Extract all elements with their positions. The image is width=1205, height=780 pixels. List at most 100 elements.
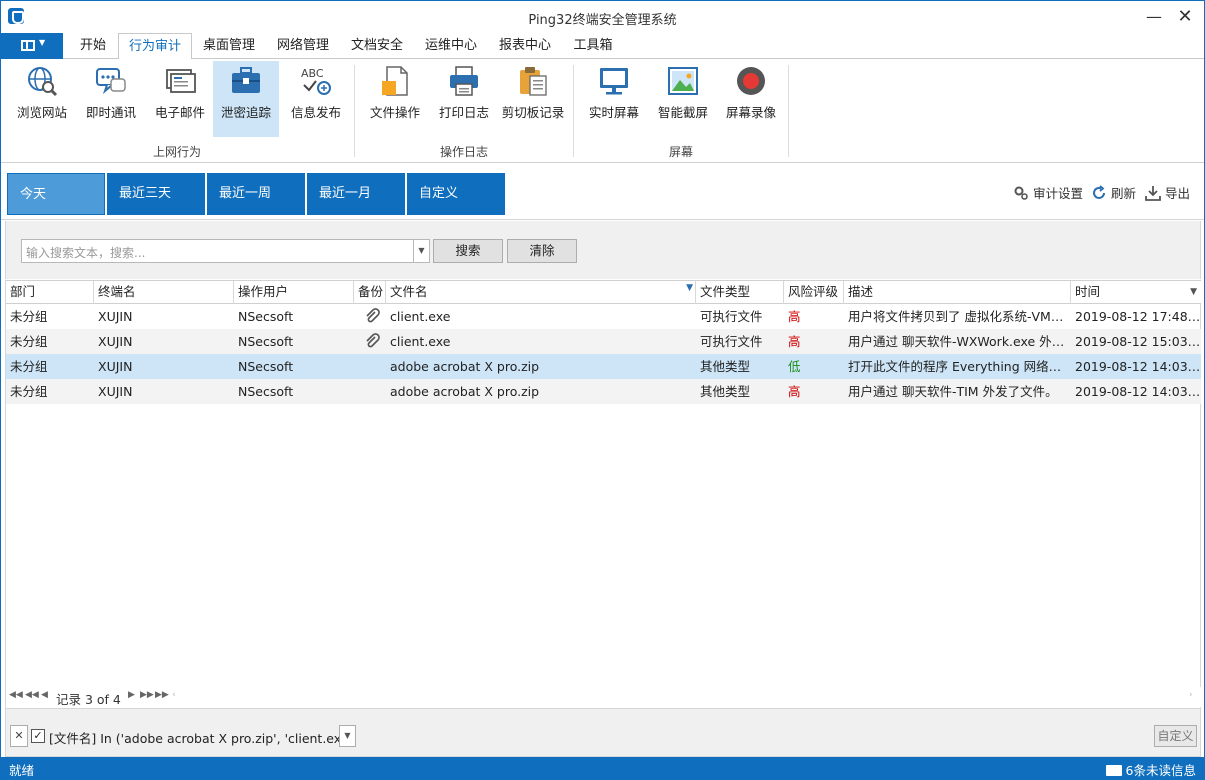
export-button[interactable]: 导出 bbox=[1145, 183, 1190, 202]
custom-filter-button[interactable]: 自定义 bbox=[1154, 725, 1197, 747]
desc-cell: 打开此文件的程序 Everything 网络活动。 bbox=[848, 359, 1071, 374]
file-ops-icon bbox=[382, 66, 408, 96]
clipboard-log-label: 剪切板记录 bbox=[501, 105, 565, 120]
filter-expression[interactable]: [文件名] In ('adobe acrobat X pro.zip', 'cl… bbox=[49, 728, 357, 747]
table-row[interactable]: 未分组 XUJIN NSecsoft adobe acrobat X pro.zip 其… bbox=[6, 379, 1201, 404]
dept-cell: 未分组 bbox=[10, 334, 48, 349]
tab-document-security[interactable]: 文档安全 bbox=[344, 33, 410, 59]
table-row[interactable]: 未分组 XUJIN NSecsoft client.exe 可执行文件 高 用户通过 聊天软… bbox=[6, 329, 1201, 354]
user-cell: NSecsoft bbox=[238, 359, 294, 374]
download-icon bbox=[1145, 186, 1161, 201]
audit-settings-label: 审计设置 bbox=[1033, 186, 1084, 201]
chat-icon bbox=[96, 68, 126, 95]
date-tab-3days[interactable]: 最近三天 bbox=[107, 173, 205, 215]
date-tab-today[interactable]: 今天 bbox=[7, 173, 105, 215]
col-header-filename[interactable]: 文件名 ▼ bbox=[386, 281, 696, 304]
tab-toolbox[interactable]: 工具箱 bbox=[566, 33, 620, 59]
tab-desktop[interactable]: 桌面管理 bbox=[196, 33, 262, 59]
scroll-right-icon[interactable]: › bbox=[1189, 690, 1193, 700]
prev-icon[interactable]: ◀ bbox=[41, 690, 48, 700]
smart-screenshot-button[interactable]: 智能截屏 bbox=[650, 61, 716, 137]
next-icon[interactable]: ▶ bbox=[128, 690, 135, 700]
file-cell: client.exe bbox=[390, 309, 451, 324]
email-icon bbox=[166, 69, 196, 93]
col-header-time-label: 时间 bbox=[1075, 284, 1101, 299]
col-header-dept[interactable]: 部门 bbox=[6, 281, 94, 304]
im-button[interactable]: 即时通讯 bbox=[78, 61, 144, 137]
col-header-desc[interactable]: 描述 bbox=[844, 281, 1071, 304]
close-button[interactable]: ✕ bbox=[1172, 5, 1198, 29]
backup-cell bbox=[354, 329, 386, 354]
file-menu-button[interactable]: ▼ bbox=[1, 33, 63, 59]
tab-reports[interactable]: 报表中心 bbox=[492, 33, 558, 59]
filter-enabled-checkbox[interactable]: ✓ bbox=[31, 729, 45, 743]
first-page-icon[interactable]: ◀◀ bbox=[9, 690, 23, 700]
date-tab-month[interactable]: 最近一月 bbox=[307, 173, 405, 215]
leak-tracking-button[interactable]: 泄密追踪 bbox=[213, 61, 279, 137]
col-header-backup[interactable]: 备份 bbox=[354, 281, 386, 304]
col-header-risk[interactable]: 风险评级 bbox=[784, 281, 844, 304]
tab-behavior-audit[interactable]: 行为审计 bbox=[118, 33, 192, 60]
clear-button[interactable]: 清除 bbox=[507, 239, 577, 263]
paperclip-icon[interactable] bbox=[364, 307, 380, 329]
tab-ops-center[interactable]: 运维中心 bbox=[418, 33, 484, 59]
browse-web-label: 浏览网站 bbox=[16, 105, 67, 120]
record-counter: 记录 3 of 4 bbox=[56, 692, 121, 707]
date-tab-week[interactable]: 最近一周 bbox=[207, 173, 305, 215]
col-header-terminal[interactable]: 终端名 bbox=[94, 281, 234, 304]
col-header-user[interactable]: 操作用户 bbox=[234, 281, 354, 304]
group-screen: 屏幕 bbox=[668, 145, 693, 159]
prev-page-set-icon[interactable]: ◀◀ bbox=[25, 690, 39, 700]
printer-icon bbox=[450, 66, 478, 96]
filter-dropdown-icon[interactable]: ▼ bbox=[339, 725, 356, 747]
refresh-button[interactable]: 刷新 bbox=[1091, 183, 1136, 202]
backup-cell bbox=[354, 304, 386, 329]
search-input[interactable]: 输入搜索文本，搜索... bbox=[21, 239, 414, 263]
email-button[interactable]: 电子邮件 bbox=[147, 61, 213, 137]
browse-web-button[interactable]: 浏览网站 bbox=[9, 61, 75, 137]
col-header-time[interactable]: 时间 ▼ bbox=[1071, 281, 1201, 304]
ribbon-separator bbox=[788, 65, 789, 157]
globe-search-icon bbox=[28, 67, 58, 97]
minimize-button[interactable]: — bbox=[1141, 5, 1167, 29]
col-header-filename-label: 文件名 bbox=[390, 284, 428, 299]
dept-cell: 未分组 bbox=[10, 384, 48, 399]
ribbon-separator bbox=[573, 65, 574, 157]
col-header-filetype[interactable]: 文件类型 bbox=[696, 281, 784, 304]
tab-network[interactable]: 网络管理 bbox=[270, 33, 336, 59]
file-cell: client.exe bbox=[390, 334, 451, 349]
user-cell: NSecsoft bbox=[238, 334, 294, 349]
table-row[interactable]: 未分组 XUJIN NSecsoft adobe acrobat X pro.zip 其… bbox=[6, 354, 1201, 379]
menu-icon bbox=[21, 40, 35, 51]
paperclip-icon[interactable] bbox=[364, 332, 380, 354]
clipboard-log-button[interactable]: 剪切板记录 bbox=[500, 61, 566, 137]
unread-messages[interactable]: 6条未读信息 bbox=[1105, 760, 1196, 779]
screen-record-button[interactable]: 屏幕录像 bbox=[718, 61, 784, 137]
type-cell: 其他类型 bbox=[700, 359, 751, 374]
risk-cell: 高 bbox=[788, 384, 801, 399]
last-page-icon[interactable]: ▶▶ bbox=[155, 690, 169, 700]
next-page-set-icon[interactable]: ▶▶ bbox=[140, 690, 154, 700]
tab-start[interactable]: 开始 bbox=[71, 33, 115, 59]
desc-cell: 用户将文件拷贝到了 虚拟化系统-VMware bbox=[848, 309, 1071, 324]
date-tab-custom[interactable]: 自定义 bbox=[407, 173, 505, 215]
info-publish-button[interactable]: ABC 信息发布 bbox=[283, 61, 349, 137]
file-ops-label: 文件操作 bbox=[369, 105, 420, 120]
live-screen-button[interactable]: 实时屏幕 bbox=[581, 61, 647, 137]
scroll-left-icon[interactable]: ‹ bbox=[172, 690, 176, 700]
backup-cell bbox=[354, 354, 386, 379]
search-button[interactable]: 搜索 bbox=[433, 239, 503, 263]
desc-cell: 用户通过 聊天软件-TIM 外发了文件。 bbox=[848, 384, 1058, 399]
grid-header: 部门 终端名 操作用户 备份 文件名 ▼ 文件类型 风险评级 描述 时间 ▼ bbox=[6, 280, 1201, 304]
print-log-button[interactable]: 打印日志 bbox=[431, 61, 497, 137]
status-bar: 就绪 6条未读信息 bbox=[1, 757, 1204, 780]
clear-filter-button[interactable]: ✕ bbox=[10, 725, 28, 747]
live-screen-label: 实时屏幕 bbox=[588, 105, 639, 120]
table-row[interactable]: 未分组 XUJIN NSecsoft client.exe 可执行文件 高 用户将文件拷贝到… bbox=[6, 304, 1201, 329]
file-ops-button[interactable]: 文件操作 bbox=[362, 61, 428, 137]
backup-cell bbox=[354, 379, 386, 404]
audit-settings-button[interactable]: 审计设置 bbox=[1013, 183, 1083, 202]
filter-icon[interactable]: ▼ bbox=[686, 281, 693, 299]
search-dropdown-icon[interactable]: ▼ bbox=[413, 239, 430, 263]
refresh-label: 刷新 bbox=[1111, 186, 1137, 201]
